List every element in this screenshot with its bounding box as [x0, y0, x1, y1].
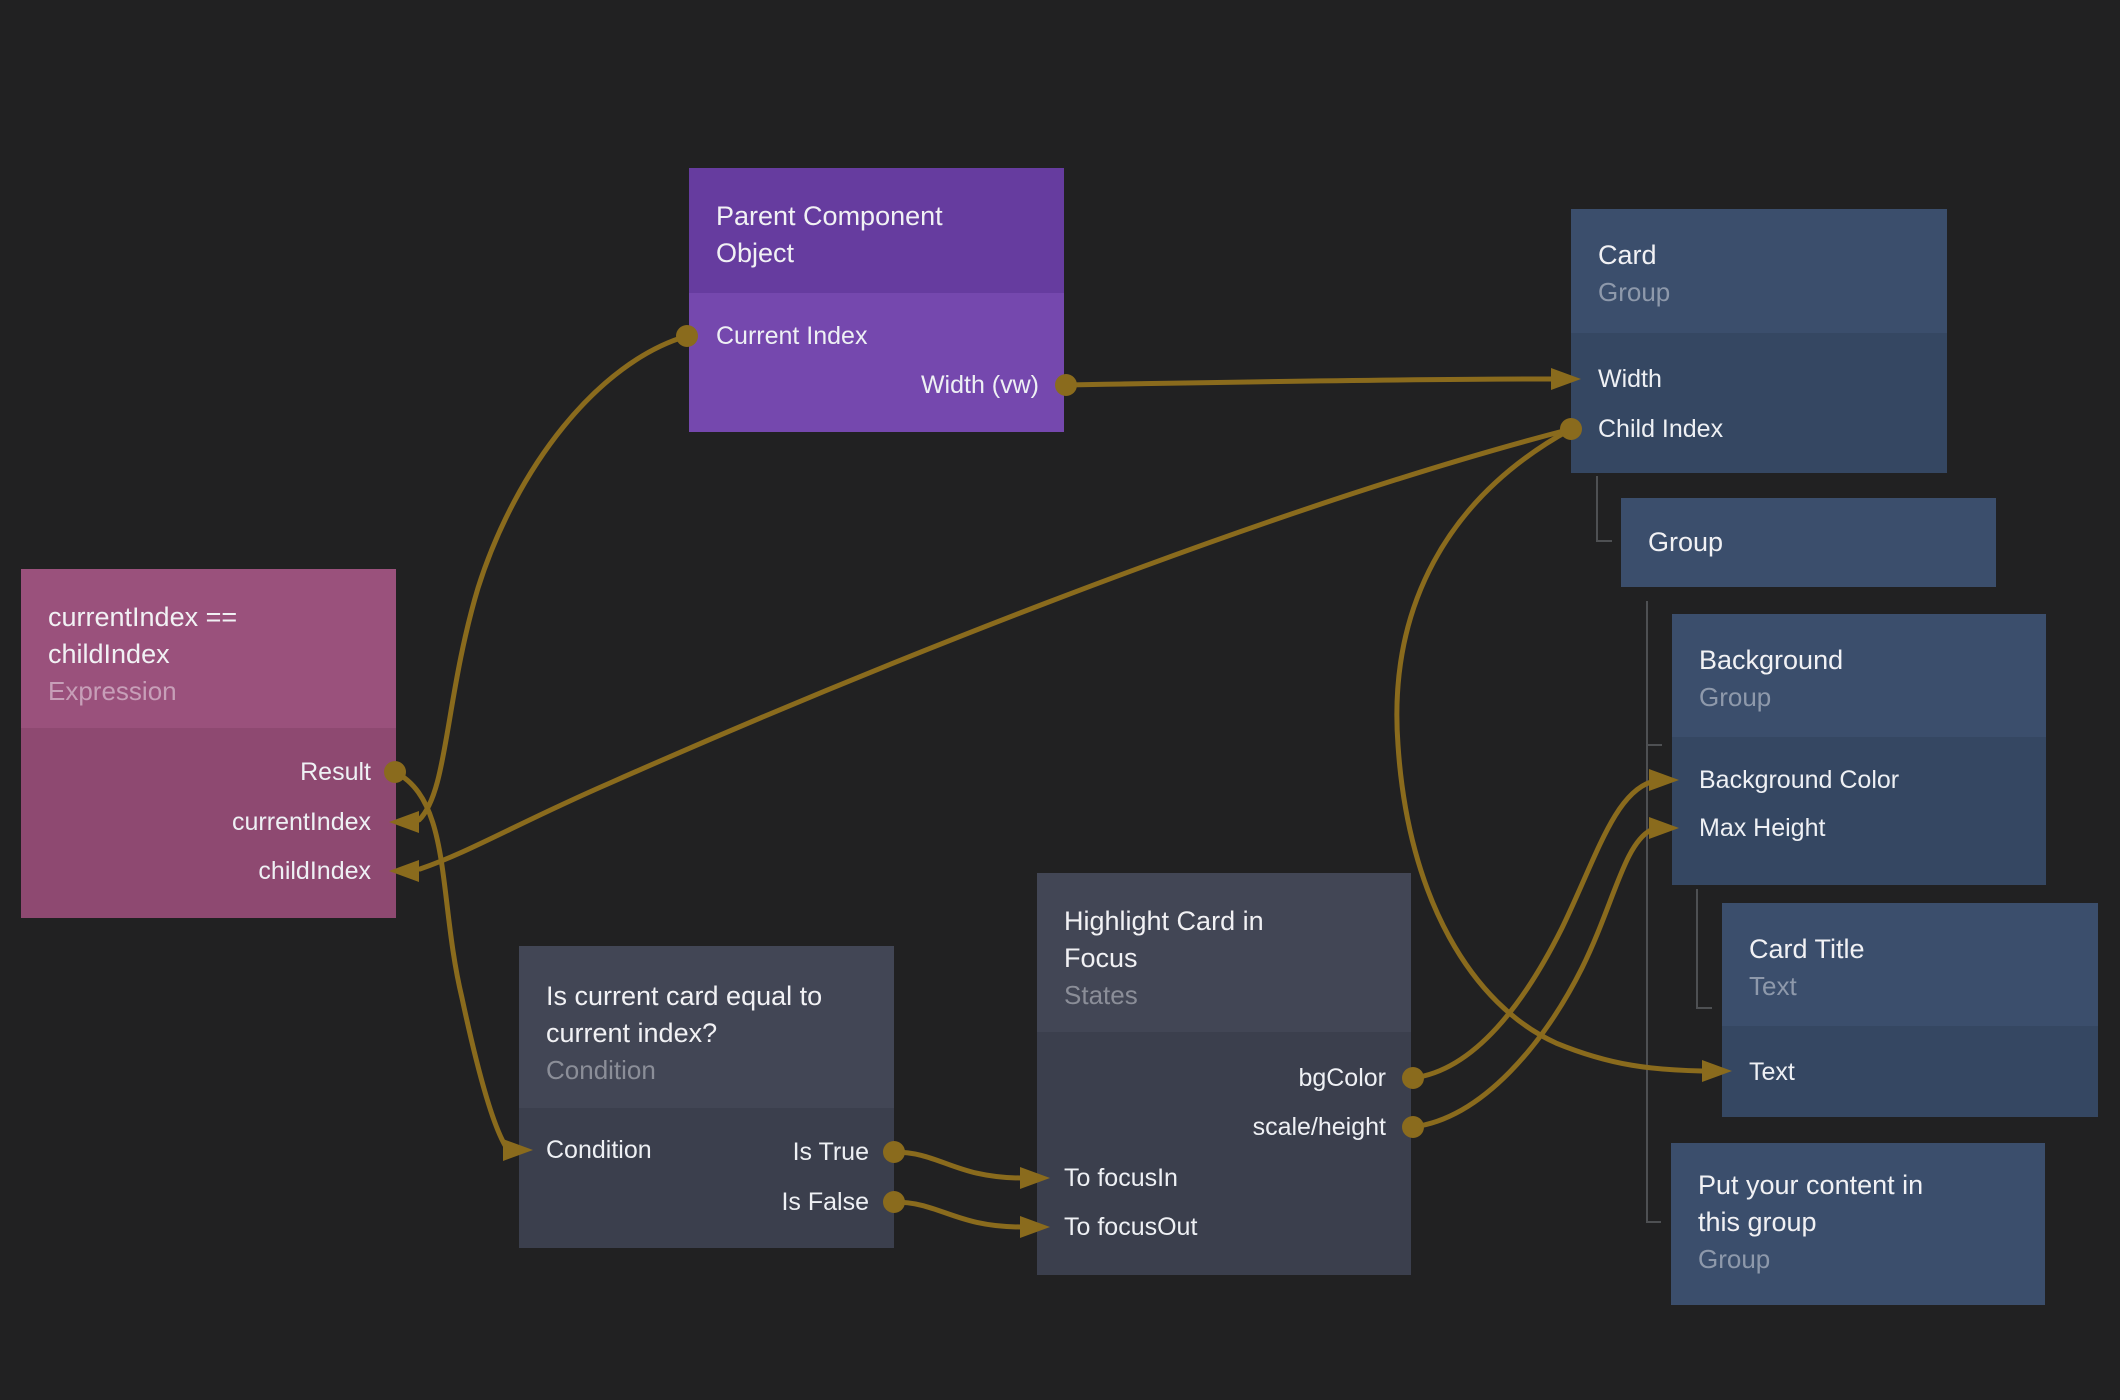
node-title: Is current card equal to current index?	[519, 946, 826, 1052]
node-title: Card Title	[1722, 903, 2098, 968]
node-header: Background Group	[1672, 614, 2046, 737]
tree-line-card-group	[1597, 476, 1612, 541]
node-subtitle: Group	[1571, 274, 1947, 310]
node-subtitle: Group	[1671, 1241, 2045, 1277]
wire-current-index-to-currentindex[interactable]	[419, 336, 687, 820]
node-header: Card Title Text	[1722, 903, 2098, 1026]
node-subtitle: Text	[1722, 968, 2098, 1004]
node-parent-component-object[interactable]: Parent Component Object Current Index Wi…	[689, 168, 1064, 432]
node-title: Card	[1571, 209, 1947, 274]
wire-scaleheight-to-max-height[interactable]	[1413, 830, 1651, 1127]
node-title: Highlight Card in Focus	[1037, 873, 1304, 977]
node-background[interactable]: Background Group Background Color Max He…	[1672, 614, 2046, 885]
port-is-true[interactable]: Is True	[793, 1135, 869, 1169]
node-condition[interactable]: Is current card equal to current index? …	[519, 946, 894, 1248]
wire-result-to-condition[interactable]	[395, 772, 506, 1147]
node-group[interactable]: Group	[1621, 498, 1996, 587]
tree-line-group-children	[1647, 601, 1661, 1222]
port-is-false[interactable]: Is False	[781, 1185, 869, 1219]
port-to-focusout[interactable]: To focusOut	[1064, 1210, 1197, 1244]
port-background-color[interactable]: Background Color	[1699, 763, 1899, 797]
port-text[interactable]: Text	[1749, 1055, 1795, 1089]
port-bgcolor[interactable]: bgColor	[1298, 1061, 1386, 1095]
port-childindex[interactable]: childIndex	[258, 854, 371, 888]
node-card-title[interactable]: Card Title Text Text	[1722, 903, 2098, 1117]
node-title: currentIndex == childIndex	[21, 569, 328, 673]
node-title: Background	[1672, 614, 2046, 679]
wire-child-index-to-childindex[interactable]	[420, 429, 1571, 869]
node-subtitle: Expression	[21, 673, 396, 709]
node-card[interactable]: Card Group Width Child Index	[1571, 209, 1947, 473]
port-result[interactable]: Result	[300, 755, 371, 789]
port-scale-height[interactable]: scale/height	[1253, 1110, 1386, 1144]
node-title: Group	[1621, 498, 1996, 561]
node-subtitle: States	[1037, 977, 1411, 1013]
node-title: Parent Component Object	[689, 168, 986, 272]
tree-line-background-cardtitle	[1697, 889, 1712, 1008]
wire-width-vw-to-width[interactable]	[1066, 379, 1554, 385]
node-header: Highlight Card in Focus States	[1037, 873, 1411, 1032]
node-subtitle: Condition	[519, 1052, 894, 1088]
port-child-index[interactable]: Child Index	[1598, 412, 1723, 446]
wire-is-false-to-focusout[interactable]	[894, 1202, 1022, 1227]
node-header: Card Group	[1571, 209, 1947, 333]
node-header: Is current card equal to current index? …	[519, 946, 894, 1108]
wire-is-true-to-focusin[interactable]	[894, 1152, 1022, 1178]
node-editor-canvas[interactable]: Parent Component Object Current Index Wi…	[0, 0, 2120, 1400]
wire-bgcolor-to-background-color[interactable]	[1413, 782, 1651, 1078]
node-header: currentIndex == childIndex Expression	[21, 569, 396, 728]
node-subtitle: Group	[1672, 679, 2046, 715]
port-to-focusin[interactable]: To focusIn	[1064, 1161, 1178, 1195]
port-current-index[interactable]: Current Index	[716, 319, 867, 353]
node-content-group[interactable]: Put your content in this group Group	[1671, 1143, 2045, 1305]
node-header: Parent Component Object	[689, 168, 1064, 293]
port-currentindex[interactable]: currentIndex	[232, 805, 371, 839]
node-title: Put your content in this group	[1671, 1143, 1968, 1241]
port-width[interactable]: Width	[1598, 362, 1662, 396]
port-condition[interactable]: Condition	[546, 1133, 652, 1167]
node-expression[interactable]: currentIndex == childIndex Expression Re…	[21, 569, 396, 918]
node-states[interactable]: Highlight Card in Focus States bgColor s…	[1037, 873, 1411, 1275]
port-max-height[interactable]: Max Height	[1699, 811, 1825, 845]
port-width-vw[interactable]: Width (vw)	[921, 368, 1039, 402]
